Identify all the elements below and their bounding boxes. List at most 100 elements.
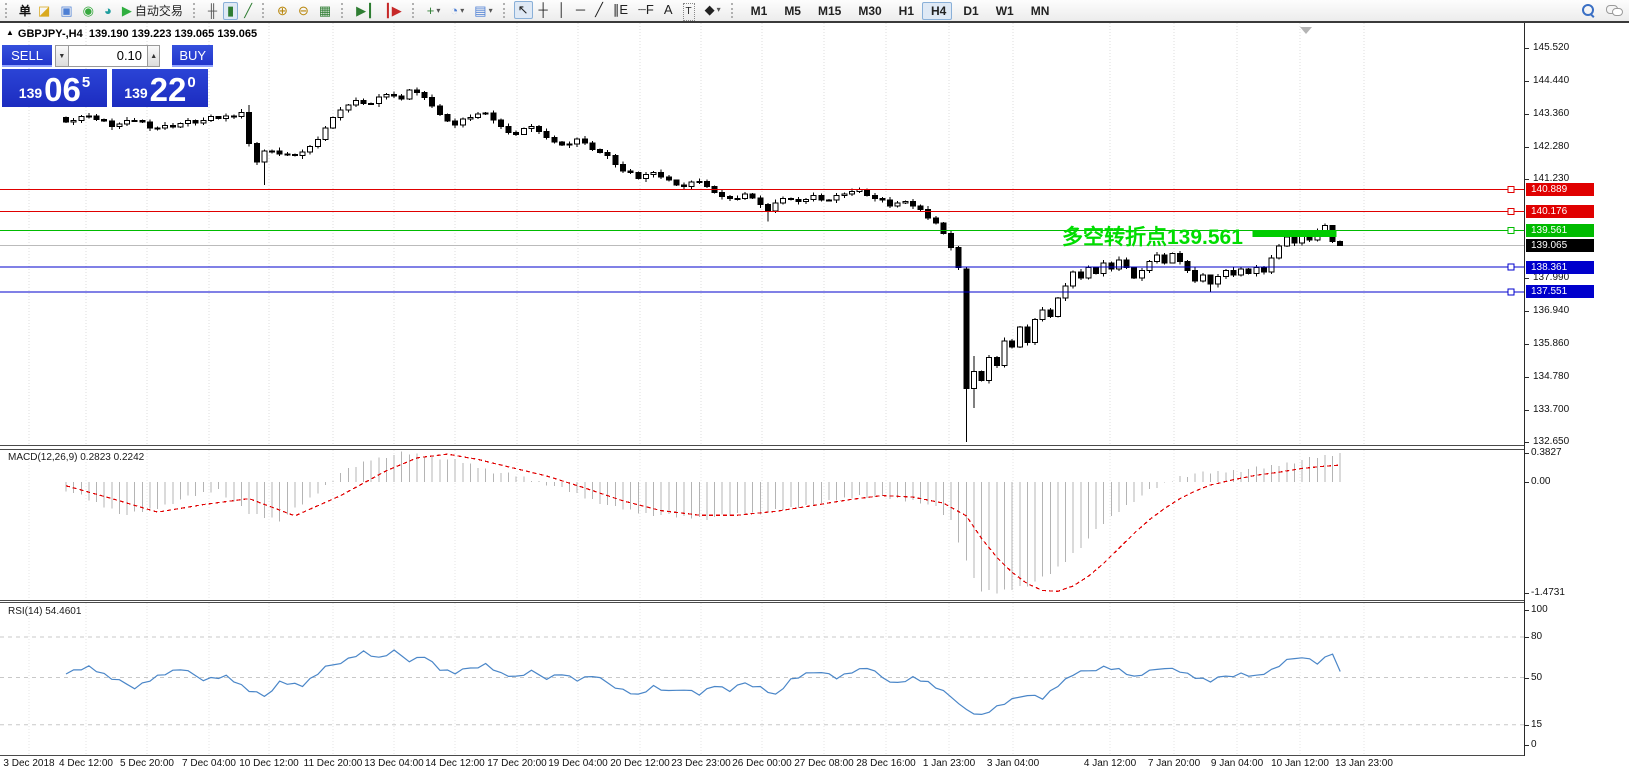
axis-tick: [1525, 745, 1529, 746]
tf-d1[interactable]: D1: [954, 2, 984, 20]
x-axis-label: 28 Dec 16:00: [856, 758, 916, 769]
auto-scroll-icon[interactable]: ▶┃: [352, 2, 378, 20]
axis-tick: [1525, 725, 1529, 726]
pane-divider[interactable]: [0, 600, 1629, 603]
macd-scale-label: 0.00: [1531, 476, 1550, 487]
x-axis-label: 26 Dec 00:00: [732, 758, 792, 769]
trendline-icon[interactable]: ╱: [591, 1, 607, 19]
search-icon[interactable]: [1581, 3, 1596, 18]
templates-icon[interactable]: ▤▾: [470, 2, 496, 20]
vertical-line-icon[interactable]: │: [554, 1, 570, 19]
tf-h4[interactable]: H4: [922, 2, 952, 20]
cursor-icon[interactable]: ↖: [514, 1, 533, 19]
autotrading-button[interactable]: ▶自动交易: [118, 2, 187, 20]
x-axis-label: 27 Dec 08:00: [794, 758, 854, 769]
bid-price-badge: 139.065: [1526, 239, 1594, 252]
toolbar-grip: [193, 3, 199, 18]
volume-decrease-button[interactable]: ▼: [55, 45, 68, 67]
highlight-segment: [1252, 230, 1336, 237]
toolbar-grip: [503, 3, 509, 18]
toolbar-grip: [5, 3, 11, 18]
mt4-window: 单◪▣◉◕▶自动交易╫▮╱⊕⊖▦▶┃┃▶+▾◔▾▤▾↖┼│─╱∥E┈FAT◆▾M…: [0, 0, 1629, 772]
x-axis-label: 13 Jan 23:00: [1335, 758, 1393, 769]
axis-tick: [1525, 311, 1529, 312]
tf-m15[interactable]: M15: [809, 2, 847, 20]
pane-divider[interactable]: [0, 445, 1629, 450]
chat-icon[interactable]: [1606, 4, 1623, 17]
axis-tick: [1525, 147, 1529, 148]
macd-canvas[interactable]: [0, 450, 1524, 600]
tf-m5[interactable]: M5: [775, 2, 807, 20]
toolbar-group-scroll: ▶┃┃▶: [351, 2, 407, 20]
crosshair-icon[interactable]: ┼: [535, 1, 552, 19]
tf-m1[interactable]: M1: [742, 2, 774, 20]
axis-tick: [1525, 377, 1529, 378]
axis-tick: [1525, 442, 1529, 443]
channel-icon[interactable]: ∥E: [609, 1, 632, 19]
x-axis-label: 20 Dec 12:00: [610, 758, 670, 769]
x-axis-label: 11 Dec 20:00: [304, 758, 363, 769]
price-axis: 145.520144.440143.360142.280141.230137.9…: [1524, 23, 1629, 756]
chart-shift-icon[interactable]: ┃▶: [380, 2, 406, 20]
buy-price-prefix: 139: [124, 85, 147, 101]
zoom-in-icon[interactable]: ⊕: [273, 2, 292, 20]
tf-mn[interactable]: MN: [1022, 2, 1056, 20]
order-label: 单: [19, 4, 31, 18]
indicators-icon[interactable]: +▾: [423, 2, 445, 20]
fibonacci-icon[interactable]: ┈F: [634, 1, 658, 19]
horizontal-line-icon[interactable]: ─: [572, 1, 589, 19]
rsi-scale-label: 80: [1531, 631, 1542, 642]
x-axis-label: 7 Jan 20:00: [1148, 758, 1200, 769]
candlestick-chart-icon[interactable]: ▮: [223, 2, 238, 20]
rsi-scale-label: 0: [1531, 739, 1537, 750]
tf-m30[interactable]: M30: [849, 2, 887, 20]
zoom-out-icon[interactable]: ⊖: [294, 2, 313, 20]
text-icon[interactable]: A: [660, 1, 677, 19]
rsi-line: [66, 650, 1340, 714]
volume-input[interactable]: 0.10: [69, 45, 148, 67]
x-axis-label: 13 Dec 04:00: [364, 758, 424, 769]
tf-h1[interactable]: H1: [890, 2, 920, 20]
panel-collapse-icon[interactable]: ▲: [6, 28, 14, 37]
x-axis-label: 19 Dec 04:00: [548, 758, 608, 769]
buy-button[interactable]: BUY: [172, 45, 213, 67]
volume-increase-button[interactable]: ▲: [147, 45, 160, 67]
rsi-scale-label: 50: [1531, 672, 1542, 683]
price-level-badge: 137.551: [1526, 285, 1594, 298]
chart-shift-marker-icon[interactable]: [1300, 27, 1312, 34]
price-tick-label: 133.700: [1533, 404, 1569, 415]
rsi-canvas[interactable]: [0, 603, 1524, 755]
price-tick-label: 144.440: [1533, 75, 1569, 86]
shapes-icon[interactable]: ◆▾: [701, 1, 725, 19]
periods-icon[interactable]: ◔▾: [446, 2, 468, 20]
tf-w1[interactable]: W1: [987, 2, 1020, 20]
trend-annotation-text[interactable]: 多空转折点139.561: [1062, 221, 1243, 251]
toolbar-grip: [412, 3, 418, 18]
toolbar-grip: [262, 3, 268, 18]
toolbar: 单◪▣◉◕▶自动交易╫▮╱⊕⊖▦▶┃┃▶+▾◔▾▤▾↖┼│─╱∥E┈FAT◆▾M…: [0, 0, 1629, 23]
price-tick-label: 142.280: [1533, 141, 1569, 152]
chart-upload-icon[interactable]: ▣: [56, 2, 76, 20]
sell-price[interactable]: 139 06 5: [2, 69, 107, 107]
main-chart-canvas[interactable]: [0, 23, 1524, 445]
x-axis-label: 7 Dec 04:00: [182, 758, 236, 769]
tile-windows-icon[interactable]: ▦: [315, 2, 335, 20]
macd-signal-line: [66, 454, 1340, 591]
x-axis-label: 14 Dec 12:00: [425, 758, 485, 769]
bar-chart-icon[interactable]: ╫: [204, 2, 221, 20]
macd-indicator-label: MACD(12,26,9) 0.2823 0.2242: [8, 452, 144, 463]
macd-scale-label: -1.4731: [1531, 587, 1565, 598]
metaeditor-icon[interactable]: ◕: [100, 2, 116, 20]
price-tick-label: 136.940: [1533, 305, 1569, 316]
x-axis-label: 17 Dec 20:00: [487, 758, 547, 769]
buy-price[interactable]: 139 22 0: [112, 69, 208, 107]
new-order-icon[interactable]: ◪: [34, 2, 54, 20]
chart-window[interactable]: 145.520144.440143.360142.280141.230137.9…: [0, 23, 1629, 772]
toolbar-group-line-studies: ↖┼│─╱∥E┈FAT◆▾: [513, 1, 726, 21]
line-chart-icon[interactable]: ╱: [240, 2, 256, 20]
text-label-icon[interactable]: T: [679, 3, 699, 21]
axis-tick: [1525, 593, 1529, 594]
x-axis-label: 5 Dec 20:00: [120, 758, 174, 769]
sell-button[interactable]: SELL: [2, 45, 52, 67]
signals-icon[interactable]: ◉: [79, 2, 98, 20]
